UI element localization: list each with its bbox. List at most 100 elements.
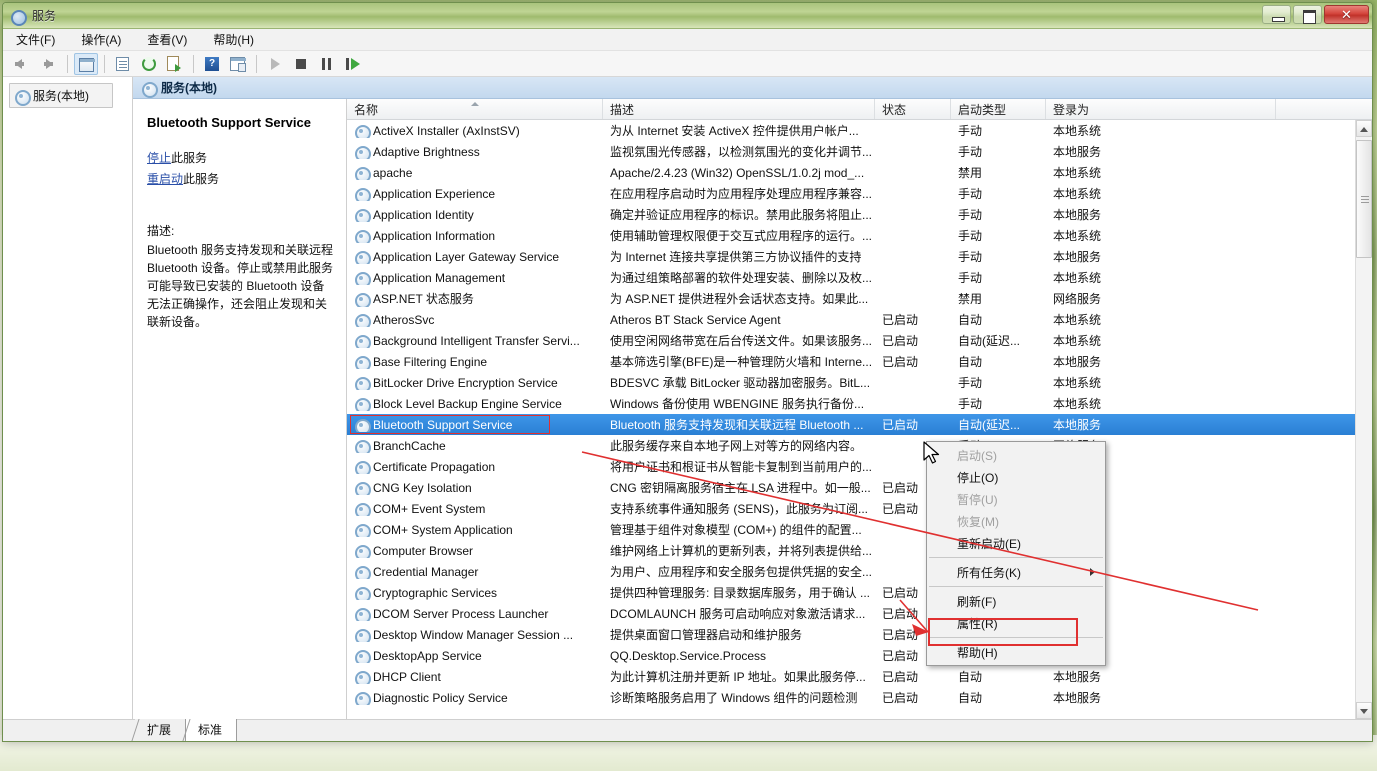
restart-service-suffix: 此服务 xyxy=(183,171,220,186)
service-name-label: Application Information xyxy=(373,228,496,243)
restart-service-button[interactable] xyxy=(341,53,365,75)
services-icon xyxy=(354,460,371,474)
table-row[interactable]: Diagnostic Policy Service 诊断策略服务启用了 Windo… xyxy=(347,687,1372,708)
table-row[interactable]: Base Filtering Engine 基本筛选引擎(BFE)是一种管理防火墙… xyxy=(347,351,1372,372)
menu-view[interactable]: 查看(V) xyxy=(144,29,190,50)
services-list-view: 名称 描述 状态 启动类型 登录为 ActiveX Installer (AxInstS… xyxy=(347,99,1372,719)
cell-service-name: BranchCache xyxy=(347,439,603,453)
table-row[interactable]: ASP.NET 状态服务 为 ASP.NET 提供进程外会话状态支持。如果此...… xyxy=(347,288,1372,309)
new-window-button[interactable] xyxy=(226,53,250,75)
refresh-button[interactable] xyxy=(137,53,161,75)
col-description-header[interactable]: 描述 xyxy=(603,99,875,119)
cell-service-status: 已启动 xyxy=(882,418,919,432)
cell-service-description: 支持系统事件通知服务 (SENS)，此服务为订阅... xyxy=(610,502,869,516)
scrollbar-thumb[interactable] xyxy=(1356,140,1372,258)
cell-startup-type: 自动 xyxy=(958,313,983,327)
restart-service-link-text: 重启动 xyxy=(147,171,184,186)
cell-service-description: 维护网络上计算机的更新列表，并将列表提供给... xyxy=(610,544,873,558)
table-row[interactable]: COM+ System Application 管理基于组件对象模型 (COM+)… xyxy=(347,519,1372,540)
table-row[interactable]: Credential Manager 为用户、应用程序和安全服务包提供凭据的安全.… xyxy=(347,561,1372,582)
stop-service-link[interactable]: 停止 xyxy=(147,151,171,165)
table-row[interactable]: COM+ Event System 支持系统事件通知服务 (SENS)，此服务为订… xyxy=(347,498,1372,519)
context-menu-separator xyxy=(929,637,1103,638)
table-row[interactable]: BranchCache此服务缓存来自本地子网上对等方的网络内容。手动网络服务 xyxy=(347,435,1372,456)
restart-service-link[interactable]: 重启动 xyxy=(147,172,183,186)
ctx-help[interactable]: 帮助(H) xyxy=(927,641,1105,663)
back-button[interactable] xyxy=(11,53,35,75)
ctx-restart[interactable]: 重新启动(E) xyxy=(927,532,1105,554)
menu-help[interactable]: 帮助(H) xyxy=(210,29,257,50)
table-row[interactable]: Application Information 使用辅助管理权限便于交互式应用程序… xyxy=(347,225,1372,246)
table-row[interactable]: DHCP Client 为此计算机注册并更新 IP 地址。如果此服务停... 已启动… xyxy=(347,666,1372,687)
export-list-button[interactable] xyxy=(163,53,187,75)
table-row[interactable]: Application Experience 在应用程序启动时为应用程序处理应用程… xyxy=(347,183,1372,204)
menu-action[interactable]: 操作(A) xyxy=(78,29,124,50)
maximize-button[interactable] xyxy=(1293,5,1322,24)
stop-service-button[interactable] xyxy=(289,53,313,75)
cell-service-name: Adaptive Brightness xyxy=(347,145,603,159)
show-hide-tree-button[interactable] xyxy=(74,52,98,75)
start-service-button[interactable] xyxy=(263,53,287,75)
table-row[interactable]: Application Management 为通过组策略部署的软件处理安装、删除… xyxy=(347,267,1372,288)
col-description-header-label: 描述 xyxy=(610,102,635,117)
col-status-header[interactable]: 状态 xyxy=(875,99,951,119)
scroll-up-button[interactable] xyxy=(1356,120,1372,137)
service-context-menu: 启动(S) 停止(O) 暂停(U) 恢复(M) 重新启动(E) 所有任务(K) 刷新(F) 属… xyxy=(926,441,1106,666)
table-row[interactable]: Application Identity 确定并验证应用程序的标识。禁用此服务将阻… xyxy=(347,204,1372,225)
cell-service-name: Bluetooth Support Service xyxy=(347,418,603,432)
table-row[interactable]: DCOM Server Process Launcher DCOMLAUNCH 服… xyxy=(347,603,1372,624)
table-row[interactable]: CNG Key Isolation CNG 密钥隔离服务宿主在 LSA 进程中。如… xyxy=(347,477,1372,498)
table-row[interactable]: Computer Browser 维护网络上计算机的更新列表，并将列表提供给...… xyxy=(347,540,1372,561)
tab-extended[interactable]: 扩展 xyxy=(135,719,187,741)
service-name-label: BitLocker Drive Encryption Service xyxy=(373,375,558,390)
service-name-label: Desktop Window Manager Session ... xyxy=(373,627,574,642)
cell-service-name: DesktopApp Service xyxy=(347,649,603,663)
tree-item-services-local[interactable]: 服务(本地) xyxy=(9,83,113,108)
properties-button[interactable] xyxy=(111,53,135,75)
cell-service-name: Application Experience xyxy=(347,187,603,201)
forward-button[interactable] xyxy=(37,53,61,75)
scroll-down-button[interactable] xyxy=(1356,702,1372,719)
table-row[interactable]: DesktopApp Service QQ.Desktop.Service.Pro… xyxy=(347,645,1372,666)
services-list-body[interactable]: ActiveX Installer (AxInstSV) 为从 Internet … xyxy=(347,120,1372,719)
help-button[interactable]: ? xyxy=(200,53,224,75)
cell-startup-type: 手动 xyxy=(958,271,983,285)
col-startup-type-header[interactable]: 启动类型 xyxy=(951,99,1046,119)
table-row[interactable]: AtherosSvc Atheros BT Stack Service Agent… xyxy=(347,309,1372,330)
services-icon xyxy=(354,124,371,138)
col-logon-as-header[interactable]: 登录为 xyxy=(1046,99,1276,119)
ctx-properties[interactable]: 属性(R) xyxy=(927,612,1105,634)
service-name-label: BranchCache xyxy=(373,438,446,453)
table-row[interactable]: Cryptographic Services 提供四种管理服务: 目录数据库服务，… xyxy=(347,582,1372,603)
table-row[interactable]: Background Intelligent Transfer Servi...… xyxy=(347,330,1372,351)
stop-service-suffix: 此服务 xyxy=(171,150,208,165)
col-name-header[interactable]: 名称 xyxy=(347,99,603,119)
table-row[interactable]: Bluetooth Support Service Bluetooth 服务支持发… xyxy=(347,414,1372,435)
cell-logon-as: 本地系统 xyxy=(1053,313,1102,327)
table-row[interactable]: Adaptive Brightness 监视氛围光传感器，以检测氛围光的变化并调节… xyxy=(347,141,1372,162)
close-button[interactable]: ✕ xyxy=(1324,5,1369,24)
table-row[interactable]: Desktop Window Manager Session ... 提供桌面窗口… xyxy=(347,624,1372,645)
table-row[interactable]: Certificate Propagation 将用户证书和根证书从智能卡复制到当… xyxy=(347,456,1372,477)
menu-file[interactable]: 文件(F) xyxy=(13,29,58,50)
ctx-stop[interactable]: 停止(O) xyxy=(927,466,1105,488)
vertical-scrollbar[interactable] xyxy=(1355,120,1372,719)
ctx-all-tasks[interactable]: 所有任务(K) xyxy=(927,561,1105,583)
table-row[interactable]: Application Layer Gateway Service 为 Inter… xyxy=(347,246,1372,267)
tab-standard[interactable]: 标准 xyxy=(186,719,238,741)
pause-service-button[interactable] xyxy=(315,53,339,75)
table-row[interactable]: apache Apache/2.4.23 (Win32) OpenSSL/1.0.… xyxy=(347,162,1372,183)
cell-service-name: Diagnostic Policy Service xyxy=(347,691,603,705)
cell-service-description: 确定并验证应用程序的标识。禁用此服务将阻止... xyxy=(610,208,873,222)
restart-service-line: 重启动此服务 xyxy=(147,170,334,188)
chevron-up-icon xyxy=(1360,127,1368,132)
cell-service-name: Application Layer Gateway Service xyxy=(347,250,603,264)
table-row[interactable]: BitLocker Drive Encryption Service BDESVC… xyxy=(347,372,1372,393)
table-row[interactable]: ActiveX Installer (AxInstSV) 为从 Internet … xyxy=(347,120,1372,141)
minimize-button[interactable] xyxy=(1262,5,1291,24)
cell-service-description: 为从 Internet 安装 ActiveX 控件提供用户帐户... xyxy=(610,124,859,138)
sort-ascending-icon xyxy=(470,102,479,106)
services-icon xyxy=(354,649,371,663)
ctx-refresh[interactable]: 刷新(F) xyxy=(927,590,1105,612)
table-row[interactable]: Block Level Backup Engine Service Windows… xyxy=(347,393,1372,414)
